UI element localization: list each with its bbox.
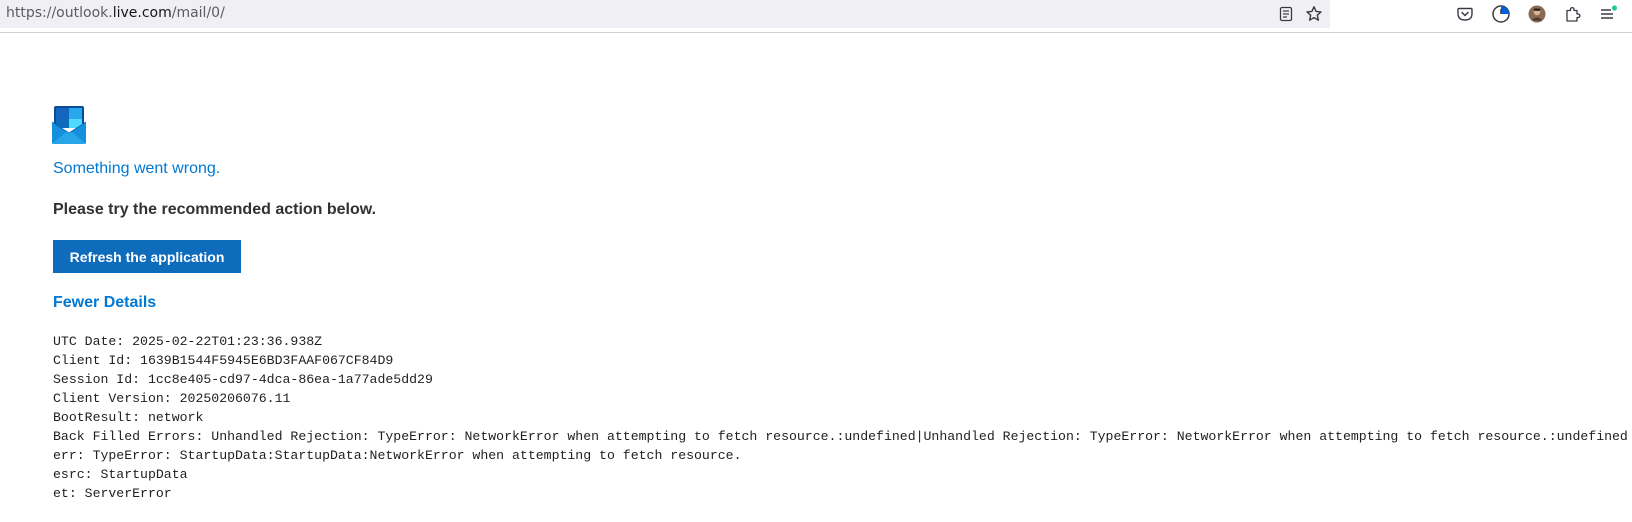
url-host: live.com	[112, 5, 172, 21]
bookmark-star-icon[interactable]	[1303, 3, 1325, 25]
url-text[interactable]: https://outlook.live.com/mail/0/	[6, 5, 225, 21]
error-details: UTC Date: 2025-02-22T01:23:36.938Z Clien…	[53, 332, 1632, 503]
detail-session-id: Session Id: 1cc8e405-cd97-4dca-86ea-1a77…	[53, 372, 433, 387]
fewer-details-link[interactable]: Fewer Details	[53, 294, 156, 312]
menu-icon[interactable]	[1597, 3, 1619, 25]
address-bar[interactable]: https://outlook.live.com/mail/0/	[0, 0, 1330, 28]
refresh-application-button[interactable]: Refresh the application	[53, 240, 241, 273]
detail-utc-date: UTC Date: 2025-02-22T01:23:36.938Z	[53, 334, 323, 349]
detail-client-id: Client Id: 1639B1544F5945E6BD3FAAF067CF8…	[53, 353, 394, 368]
detail-back-filled-errors: Back Filled Errors: Unhandled Rejection:…	[53, 429, 1628, 444]
browser-toolbar: https://outlook.live.com/mail/0/	[0, 0, 1632, 33]
detail-et: et: ServerError	[53, 486, 172, 501]
profile-avatar-icon[interactable]	[1526, 3, 1548, 25]
clock-icon[interactable]	[1490, 3, 1512, 25]
error-subtitle: Please try the recommended action below.	[53, 201, 377, 218]
url-prefix: https://outlook.	[6, 5, 113, 21]
detail-boot-result: BootResult: network	[53, 410, 204, 425]
detail-client-version: Client Version: 20250206076.11	[53, 391, 291, 406]
pocket-icon[interactable]	[1454, 3, 1476, 25]
outlook-logo-icon	[51, 106, 87, 144]
url-suffix: /mail/0/	[171, 5, 225, 21]
reader-view-icon[interactable]	[1275, 3, 1297, 25]
detail-err: err: TypeError: StartupData:StartupData:…	[53, 448, 742, 463]
detail-esrc: esrc: StartupData	[53, 467, 188, 482]
extensions-icon[interactable]	[1562, 3, 1584, 25]
error-title: Something went wrong.	[53, 160, 221, 177]
